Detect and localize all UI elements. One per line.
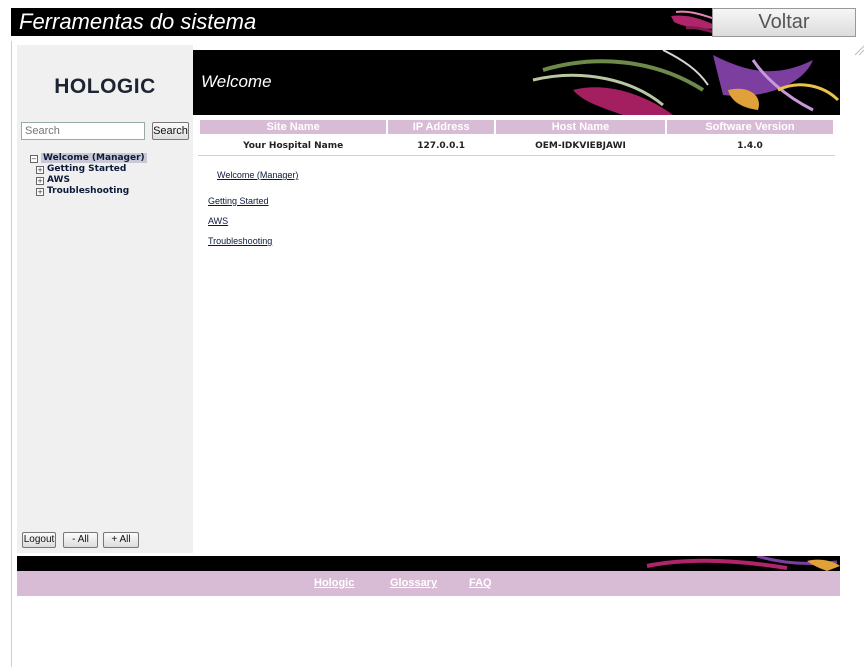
tree-item-label: AWS [47, 175, 70, 185]
footer-link-hologic[interactable]: Hologic [314, 577, 354, 589]
hologic-logo: HOLOGIC [54, 75, 156, 98]
page-title: Welcome [201, 72, 272, 91]
welcome-banner: Welcome [193, 50, 840, 115]
plus-box-icon[interactable]: + [36, 166, 44, 174]
ip-address-cell: 127.0.0.1 [417, 140, 466, 151]
column-header: IP Address [388, 120, 495, 134]
banner-flower-decoration [532, 50, 840, 115]
footer-banner [17, 556, 840, 571]
link-getting-started[interactable]: Getting Started [208, 196, 269, 206]
site-info-table: Site Name IP Address Host Name Software … [198, 120, 835, 154]
table-header-row: Site Name IP Address Host Name Software … [200, 120, 833, 134]
tree-item-aws[interactable]: + AWS [30, 175, 147, 186]
tree-item-welcome-manager[interactable]: − Welcome (Manager) [30, 153, 147, 164]
column-header: Software Version [666, 120, 833, 134]
software-version-cell: 1.4.0 [737, 140, 763, 151]
footer-link-faq[interactable]: FAQ [469, 577, 492, 589]
column-header: Host Name [496, 120, 665, 134]
footer-nav: Hologic Glossary FAQ [17, 571, 840, 596]
footer-link-glossary[interactable]: Glossary [390, 577, 437, 589]
search-button[interactable]: Search [152, 122, 189, 140]
left-nav-panel: HOLOGIC Search −Welcome (Manager) +Getti… [17, 45, 193, 553]
tree-item-label: Troubleshooting [47, 186, 130, 196]
search-input[interactable] [21, 122, 145, 140]
footer-flower-decoration [646, 556, 840, 571]
tree-item-label: Welcome (Manager) [41, 153, 147, 163]
minus-box-icon[interactable]: − [30, 155, 38, 163]
window-title: Ferramentas do sistema [19, 9, 257, 34]
collapse-all-button[interactable]: - All [63, 532, 98, 548]
help-tree: − Welcome (Manager) + Getting Started + AWS… [30, 153, 147, 197]
expand-all-button[interactable]: + All [103, 532, 139, 548]
site-name-cell: Your Hospital Name [243, 140, 344, 151]
table-row: Your Hospital Name 127.0.0.1 OEM-IDKVIEB… [200, 134, 833, 154]
link-welcome-manager[interactable]: Welcome (Manager) [217, 170, 298, 180]
tree-item-getting-started[interactable]: + Getting Started [30, 164, 147, 175]
host-name-cell: OEM-IDKVIEBJAWI [535, 140, 626, 151]
tree-item-label: Getting Started [47, 164, 127, 174]
logout-button[interactable]: Logout [22, 532, 56, 548]
divider [198, 155, 835, 156]
column-header: Site Name [200, 120, 387, 134]
tree-item-troubleshooting[interactable]: + Troubleshooting [30, 186, 147, 197]
link-troubleshooting[interactable]: Troubleshooting [208, 236, 272, 246]
plus-box-icon[interactable]: + [36, 177, 44, 185]
resize-corner-icon[interactable] [852, 41, 867, 61]
back-button[interactable]: Voltar [712, 8, 856, 37]
link-aws[interactable]: AWS [208, 216, 228, 226]
plus-box-icon[interactable]: + [36, 188, 44, 196]
